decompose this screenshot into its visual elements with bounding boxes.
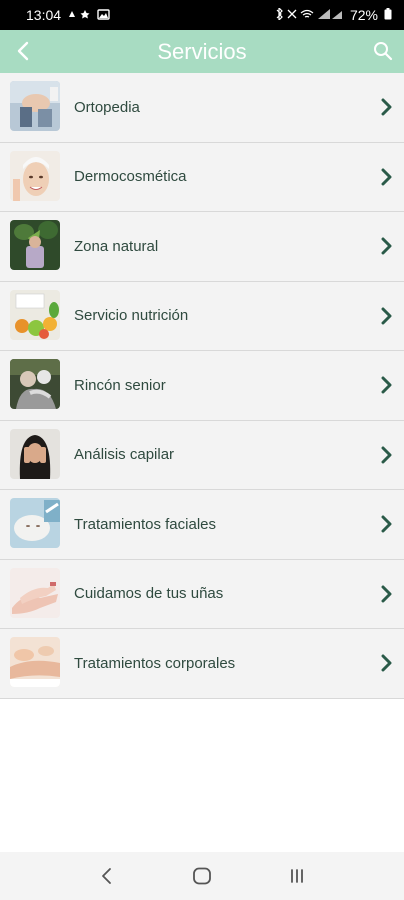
- chevron-right-icon: [381, 585, 392, 602]
- ortopedia-thumbnail: [10, 81, 60, 131]
- back-arrow-icon: [17, 41, 29, 61]
- service-label: Análisis capilar: [74, 446, 175, 464]
- faciales-thumbnail: [10, 498, 60, 548]
- service-item-nutricion[interactable]: Servicio nutrición: [0, 281, 404, 351]
- service-label: Cuidamos de tus uñas: [74, 585, 224, 603]
- page-title: Servicios: [157, 38, 247, 64]
- nav-back-button[interactable]: [87, 856, 127, 896]
- zona-natural-thumbnail: [10, 220, 60, 270]
- chevron-right-icon: [381, 98, 392, 116]
- system-nav-bar: [0, 852, 404, 900]
- home-nav-icon: [193, 867, 211, 885]
- service-label: Ortopedia: [74, 98, 140, 116]
- chevron-right-icon: [381, 515, 392, 533]
- status-time: 13:04: [26, 7, 62, 23]
- service-item-tratamientos-corporales[interactable]: Tratamientos corporales: [0, 629, 404, 699]
- service-label: Tratamientos faciales: [74, 515, 217, 533]
- service-item-ortopedia[interactable]: Ortopedia: [0, 73, 404, 143]
- service-item-tratamientos-faciales[interactable]: Tratamientos faciales: [0, 490, 404, 560]
- battery-percent: 72%: [349, 7, 378, 23]
- service-label: Tratamientos corporales: [74, 654, 236, 672]
- capilar-thumbnail: [10, 428, 60, 479]
- service-item-dermocosmetica[interactable]: Dermocosmética: [0, 142, 404, 212]
- senior-thumbnail: [10, 359, 60, 409]
- chevron-right-icon: [381, 654, 392, 672]
- corporales-thumbnail: [10, 637, 60, 687]
- service-label: Servicio nutrición: [74, 307, 189, 325]
- notification-icon: [67, 8, 111, 23]
- service-item-cuidamos-unas[interactable]: Cuidamos de tus uñas: [0, 559, 404, 629]
- status-right: 72%: [274, 7, 392, 23]
- search-icon: [374, 42, 393, 61]
- nav-recents-button[interactable]: [277, 856, 317, 896]
- nutricion-thumbnail: [10, 289, 60, 340]
- services-list: Ortopedia Dermocosmética Zona natural Se…: [0, 73, 404, 699]
- service-item-zona-natural[interactable]: Zona natural: [0, 212, 404, 282]
- unas-thumbnail: [10, 567, 60, 618]
- service-item-analisis-capilar[interactable]: Análisis capilar: [0, 420, 404, 490]
- back-button[interactable]: [10, 38, 36, 64]
- service-label: Zona natural: [74, 237, 159, 255]
- chevron-right-icon: [381, 237, 392, 255]
- app-header: Servicios: [0, 30, 404, 73]
- service-label: Dermocosmética: [74, 168, 187, 186]
- chevron-right-icon: [381, 307, 392, 324]
- status-bar: 13:04 72%: [0, 0, 404, 30]
- dermocosmetica-thumbnail: [10, 150, 60, 201]
- chevron-right-icon: [381, 376, 392, 394]
- system-tray-icon: [274, 7, 344, 23]
- search-button[interactable]: [370, 38, 396, 64]
- chevron-right-icon: [381, 446, 392, 463]
- battery-icon: [384, 7, 392, 23]
- chevron-right-icon: [381, 168, 392, 185]
- service-label: Rincón senior: [74, 376, 166, 394]
- back-nav-icon: [102, 868, 112, 884]
- recents-nav-icon: [290, 869, 303, 883]
- service-item-rincon-senior[interactable]: Rincón senior: [0, 351, 404, 421]
- nav-home-button[interactable]: [182, 856, 222, 896]
- status-left: 13:04: [26, 7, 111, 23]
